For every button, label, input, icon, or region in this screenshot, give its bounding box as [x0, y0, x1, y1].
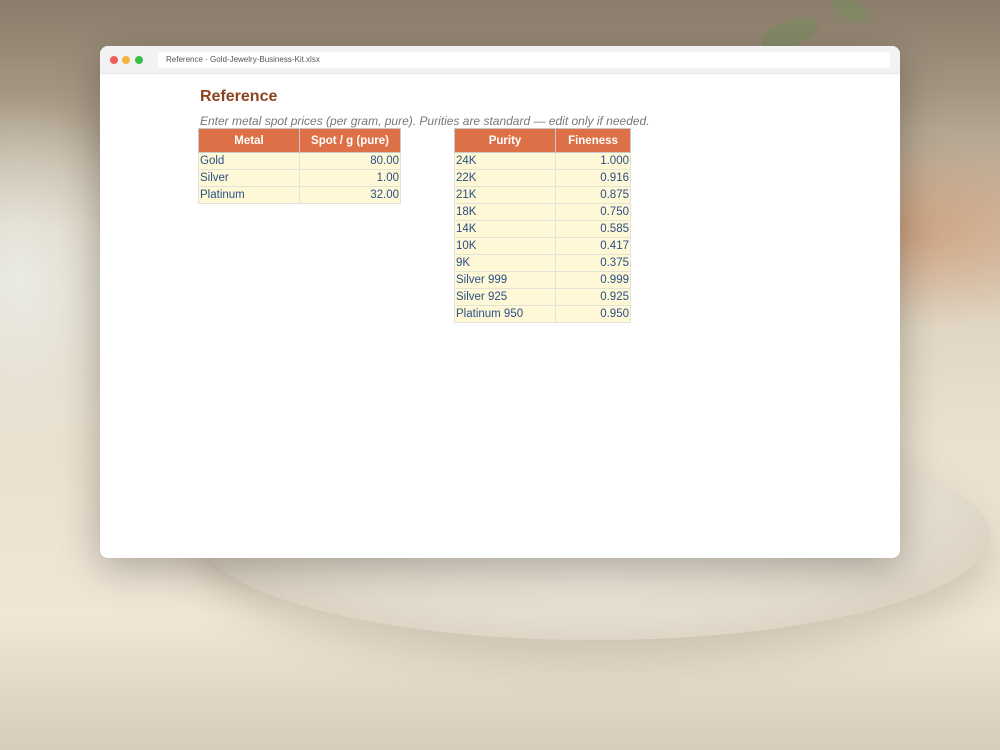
table-row: Silver 1.00	[198, 169, 401, 187]
spot-price-cell[interactable]: 32.00	[299, 186, 401, 204]
purity-name-cell[interactable]: 18K	[454, 203, 556, 221]
purity-name-cell[interactable]: Silver 925	[454, 288, 556, 306]
table-row: 10K 0.417	[454, 237, 631, 255]
fineness-cell[interactable]: 1.000	[555, 152, 631, 170]
sheet-instructions: Enter metal spot prices (per gram, pure)…	[200, 114, 650, 128]
spot-price-cell[interactable]: 80.00	[299, 152, 401, 170]
purity-name-cell[interactable]: 24K	[454, 152, 556, 170]
metal-spot-table: Metal Spot / g (pure) Gold 80.00 Silver 1.0…	[198, 128, 401, 204]
purity-name-cell[interactable]: 21K	[454, 186, 556, 204]
window-tab-title: Reference · Gold-Jewelry-Business-Kit.xl…	[158, 52, 890, 68]
fineness-cell[interactable]: 0.916	[555, 169, 631, 187]
table-row: 14K 0.585	[454, 220, 631, 238]
purity-name-cell[interactable]: 9K	[454, 254, 556, 272]
table-row: Platinum 32.00	[198, 186, 401, 204]
metal-name-cell[interactable]: Silver	[198, 169, 300, 187]
table-row: 18K 0.750	[454, 203, 631, 221]
fineness-cell[interactable]: 0.375	[555, 254, 631, 272]
purity-table: Purity Fineness 24K 1.000 22K 0.916 21K 0.875…	[454, 128, 631, 323]
table-row: Platinum 950 0.950	[454, 305, 631, 323]
app-window: Reference · Gold-Jewelry-Business-Kit.xl…	[100, 46, 900, 558]
table-row: Gold 80.00	[198, 152, 401, 170]
fineness-cell[interactable]: 0.875	[555, 186, 631, 204]
metal-name-cell[interactable]: Platinum	[198, 186, 300, 204]
table-header-row: Metal Spot / g (pure)	[198, 128, 401, 153]
fineness-cell[interactable]: 0.585	[555, 220, 631, 238]
column-header-purity[interactable]: Purity	[454, 128, 556, 153]
table-row: 22K 0.916	[454, 169, 631, 187]
close-window-button[interactable]	[110, 56, 118, 64]
maximize-window-button[interactable]	[135, 56, 143, 64]
fineness-cell[interactable]: 0.750	[555, 203, 631, 221]
table-row: 21K 0.875	[454, 186, 631, 204]
purity-name-cell[interactable]: Silver 999	[454, 271, 556, 289]
purity-name-cell[interactable]: 14K	[454, 220, 556, 238]
column-header-fineness[interactable]: Fineness	[555, 128, 631, 153]
table-row: Silver 999 0.999	[454, 271, 631, 289]
spot-price-cell[interactable]: 1.00	[299, 169, 401, 187]
fineness-cell[interactable]: 0.925	[555, 288, 631, 306]
purity-name-cell[interactable]: 10K	[454, 237, 556, 255]
fineness-cell[interactable]: 0.950	[555, 305, 631, 323]
column-header-spot-price[interactable]: Spot / g (pure)	[299, 128, 401, 153]
table-row: 9K 0.375	[454, 254, 631, 272]
title-bar: Reference · Gold-Jewelry-Business-Kit.xl…	[100, 46, 900, 74]
background-leaf	[827, 0, 873, 29]
table-row: 24K 1.000	[454, 152, 631, 170]
table-header-row: Purity Fineness	[454, 128, 631, 153]
spreadsheet-area: Reference Enter metal spot prices (per g…	[100, 74, 900, 558]
fineness-cell[interactable]: 0.999	[555, 271, 631, 289]
sheet-title: Reference	[200, 88, 278, 105]
metal-name-cell[interactable]: Gold	[198, 152, 300, 170]
column-header-metal[interactable]: Metal	[198, 128, 300, 153]
purity-name-cell[interactable]: Platinum 950	[454, 305, 556, 323]
purity-name-cell[interactable]: 22K	[454, 169, 556, 187]
fineness-cell[interactable]: 0.417	[555, 237, 631, 255]
minimize-window-button[interactable]	[122, 56, 130, 64]
table-row: Silver 925 0.925	[454, 288, 631, 306]
